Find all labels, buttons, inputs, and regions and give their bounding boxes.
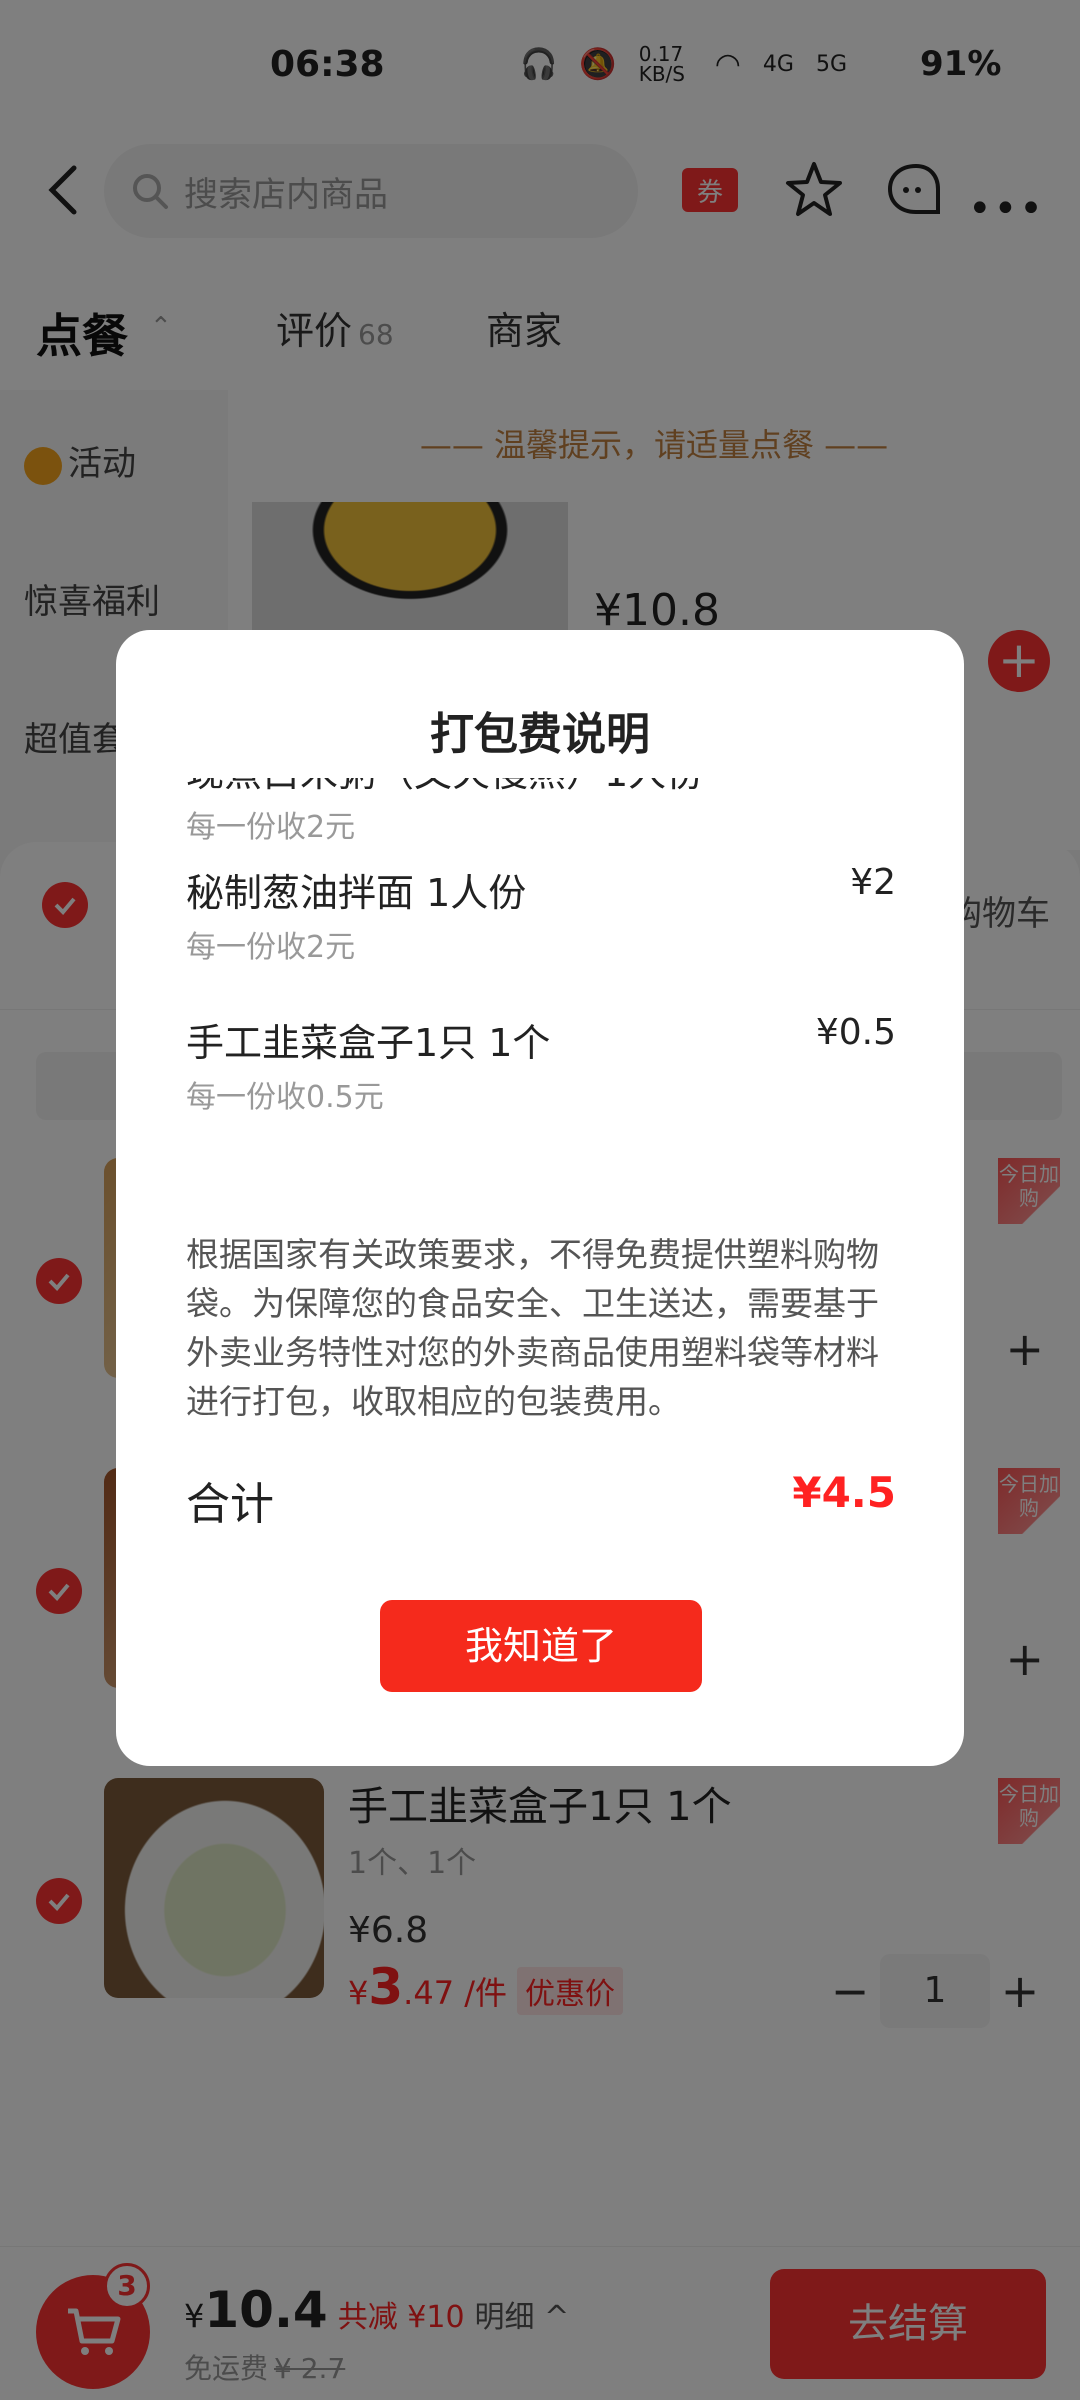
packaging-fee-dialog: 打包费说明 现煮白米粥（文火慢熬）1人份 ¥2 每一份收2元 秘制葱油拌面 1人… [116, 630, 964, 1766]
total-label: 合计 [186, 1479, 274, 1530]
fee-amount: ¥0.5 [815, 1012, 896, 1053]
got-it-button[interactable]: 我知道了 [380, 1600, 702, 1692]
fee-name: 秘制葱油拌面 1人份 [186, 871, 527, 915]
fee-desc: 每一份收0.5元 [186, 1080, 384, 1115]
dialog-title: 打包费说明 [430, 709, 650, 760]
fee-name: 现煮白米粥（文火慢熬）1人份 [186, 778, 704, 797]
fee-desc: 每一份收2元 [186, 810, 356, 845]
total-amount: ¥4.5 [792, 1468, 896, 1517]
fee-name: 手工韭菜盒子1只 1个 [186, 1021, 551, 1065]
policy-text: 根据国家有关政策要求，不得免费提供塑料购物袋。为保障您的食品安全、卫生送达，需要… [186, 1235, 879, 1421]
fee-amount: ¥2 [850, 778, 896, 783]
fee-amount: ¥2 [850, 862, 896, 903]
fee-list[interactable]: 现煮白米粥（文火慢熬）1人份 ¥2 每一份收2元 秘制葱油拌面 1人份 ¥2 每… [116, 778, 964, 1240]
fee-desc: 每一份收2元 [186, 930, 356, 965]
